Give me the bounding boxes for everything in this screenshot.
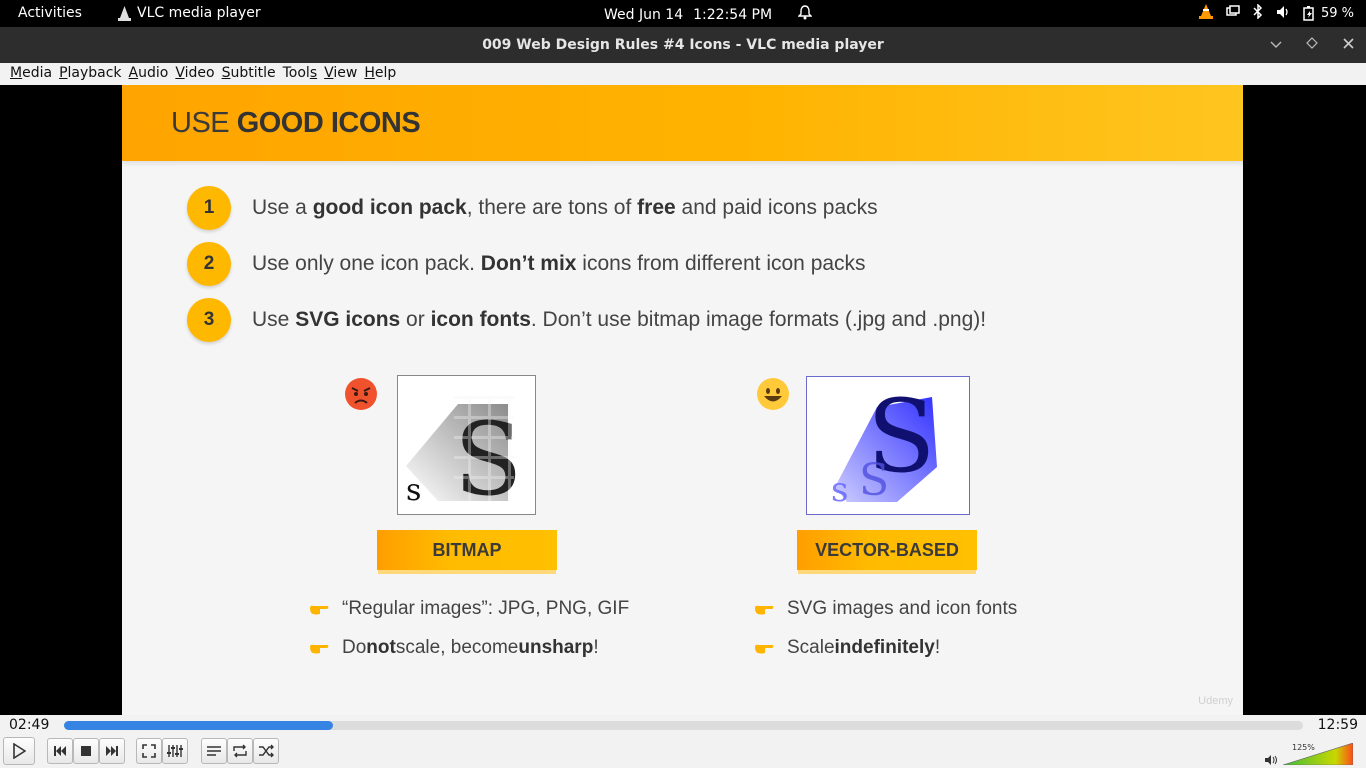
seek-bar-row: 02:49 12:59 — [0, 715, 1366, 737]
shuffle-button[interactable] — [253, 738, 279, 764]
menu-playback[interactable]: Playback — [59, 63, 128, 85]
fullscreen-icon — [142, 744, 156, 758]
rule-number: 2 — [187, 242, 231, 286]
loop-button[interactable] — [227, 738, 253, 764]
next-button[interactable] — [99, 738, 125, 764]
rule-text: Use a good icon pack, there are tons of … — [252, 196, 878, 219]
rule-1: 1 Use a good icon pack, there are tons o… — [187, 186, 878, 230]
menu-bar: Media Playback Audio Video Subtitle Tool… — [0, 63, 1366, 85]
smiling-face-icon — [757, 378, 789, 410]
extended-settings-button[interactable] — [162, 738, 188, 764]
vector-bullet-2: Scale indefinitely! — [753, 637, 940, 659]
shuffle-icon — [259, 744, 274, 758]
playlist-button[interactable] — [201, 738, 227, 764]
clock[interactable]: Wed Jun 14 1:22:54 PM — [604, 5, 813, 24]
rule-number: 1 — [187, 186, 231, 230]
bitmap-bullet-2: Do not scale, become unsharp! — [308, 637, 599, 659]
rule-text: Use only one icon pack. Don’t mix icons … — [252, 252, 866, 275]
minimize-button[interactable] — [1266, 35, 1286, 55]
vlc-cone-icon — [118, 5, 131, 21]
volume-icon[interactable] — [1276, 5, 1290, 23]
fullscreen-button[interactable] — [136, 738, 162, 764]
window-title-bar[interactable]: 009 Web Design Rules #4 Icons - VLC medi… — [0, 27, 1366, 63]
repeat-icon — [233, 744, 247, 758]
close-button[interactable] — [1338, 35, 1358, 55]
bitmap-s-image: S s — [397, 375, 536, 518]
angry-face-icon — [345, 378, 377, 410]
app-menu[interactable]: VLC media player — [118, 5, 261, 21]
video-surface[interactable]: USE GOOD ICONS 1 Use a good icon pack, t… — [0, 85, 1366, 715]
current-time: 02:49 — [9, 717, 50, 733]
system-top-bar: Activities VLC media player Wed Jun 14 1… — [0, 0, 1366, 27]
time: 1:22:54 PM — [693, 6, 773, 23]
volume-level — [1283, 743, 1353, 765]
rule-2: 2 Use only one icon pack. Don’t mix icon… — [187, 242, 866, 286]
control-bar: 125% — [0, 737, 1366, 768]
system-tray[interactable]: 59 % — [1198, 3, 1354, 23]
date: Wed Jun 14 — [604, 6, 684, 23]
display-icon[interactable] — [1226, 4, 1240, 23]
skip-next-icon — [106, 746, 118, 756]
stop-icon — [81, 746, 91, 756]
volume-slider[interactable]: 125% — [1258, 740, 1358, 766]
bitmap-label: BITMAP — [377, 530, 557, 570]
close-icon — [1342, 38, 1354, 49]
battery-icon[interactable]: 59 % — [1303, 6, 1354, 21]
rule-text: Use SVG icons or icon fonts. Don’t use b… — [252, 308, 987, 331]
slide: USE GOOD ICONS 1 Use a good icon pack, t… — [122, 85, 1243, 715]
equalizer-icon — [167, 745, 183, 757]
previous-button[interactable] — [47, 738, 73, 764]
play-button[interactable] — [3, 737, 35, 765]
seek-progress — [64, 721, 333, 730]
diamond-icon — [1306, 37, 1318, 49]
pointing-hand-icon — [310, 644, 329, 654]
rule-3: 3 Use SVG icons or icon fonts. Don’t use… — [187, 298, 986, 342]
svg-text:s: s — [406, 473, 421, 508]
rule-number: 3 — [187, 298, 231, 342]
vector-bullet-1: SVG images and icon fonts — [753, 598, 1017, 620]
total-time: 12:59 — [1317, 717, 1358, 733]
skip-previous-icon — [54, 746, 66, 756]
bluetooth-icon[interactable] — [1253, 3, 1263, 23]
seek-slider[interactable] — [64, 721, 1303, 730]
window-title: 009 Web Design Rules #4 Icons - VLC medi… — [482, 37, 884, 53]
svg-text:S: S — [859, 455, 889, 506]
slide-header: USE GOOD ICONS — [122, 85, 1243, 161]
maximize-button[interactable] — [1302, 35, 1322, 55]
pointing-hand-icon — [310, 605, 329, 615]
activities-button[interactable]: Activities — [18, 5, 82, 21]
chevron-down-icon — [1270, 41, 1282, 48]
battery-percent: 59 % — [1320, 6, 1354, 21]
menu-media[interactable]: Media — [0, 63, 59, 85]
stop-button[interactable] — [73, 738, 99, 764]
pointing-hand-icon — [755, 644, 774, 654]
udemy-watermark: Udemy — [1198, 695, 1233, 707]
playlist-icon — [207, 746, 221, 756]
menu-video[interactable]: Video — [175, 63, 221, 85]
vector-label: VECTOR-BASED — [797, 530, 977, 570]
play-icon — [13, 743, 26, 759]
alarm-bell-icon — [797, 5, 813, 24]
vlc-tray-icon[interactable] — [1198, 4, 1213, 23]
bitmap-bullet-1: “Regular images”: JPG, PNG, GIF — [308, 598, 629, 620]
menu-tools[interactable]: Tools — [283, 63, 325, 85]
pointing-hand-icon — [755, 605, 774, 615]
menu-subtitle[interactable]: Subtitle — [222, 63, 283, 85]
menu-help[interactable]: Help — [364, 63, 403, 85]
menu-view[interactable]: View — [324, 63, 364, 85]
speaker-icon — [1265, 755, 1277, 765]
svg-text:s: s — [831, 470, 848, 510]
app-name: VLC media player — [137, 5, 261, 21]
menu-audio[interactable]: Audio — [129, 63, 176, 85]
slide-title: USE GOOD ICONS — [171, 107, 421, 139]
vector-s-image: S S s — [806, 376, 970, 515]
